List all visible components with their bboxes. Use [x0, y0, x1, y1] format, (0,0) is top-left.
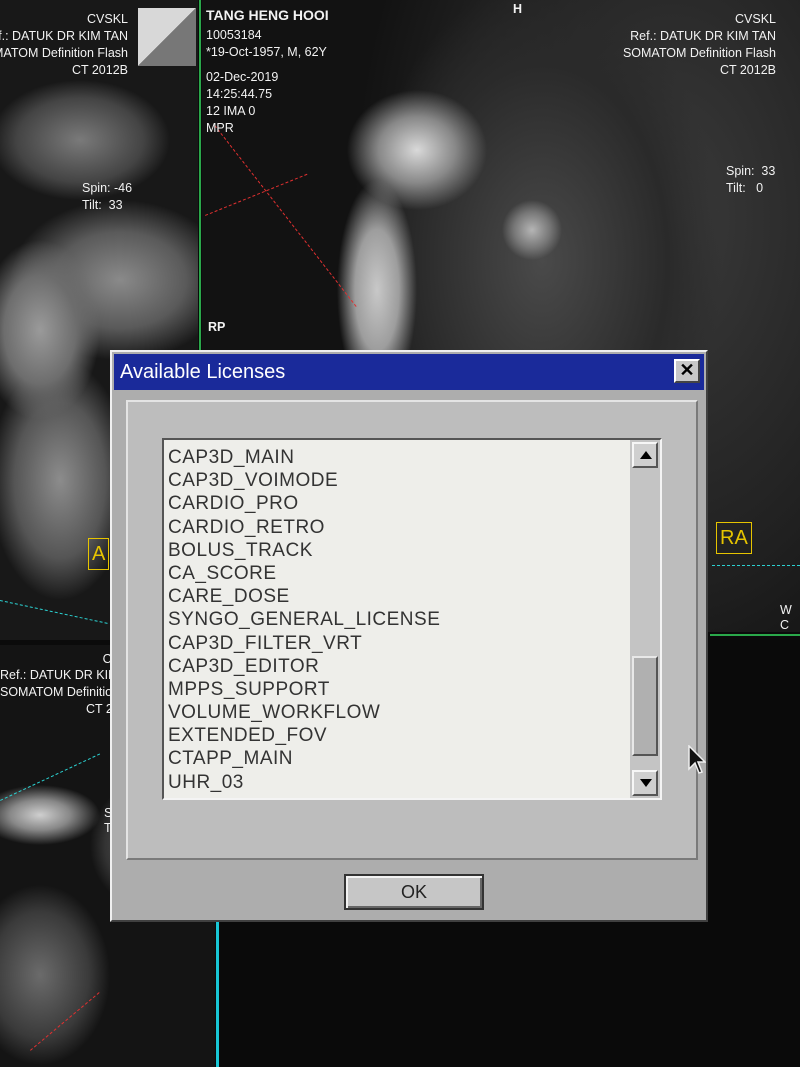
software-version: CT 2012B — [719, 63, 776, 77]
referrer: Ref.: DATUK DR KIM TAN — [630, 29, 776, 43]
license-item[interactable]: MPPS_SUPPORT — [168, 678, 628, 701]
license-item[interactable]: CAP3D_VOIMODE — [168, 469, 628, 492]
tilt-value: Tilt: 33 — [82, 198, 123, 212]
institution: CVSKL — [735, 12, 776, 26]
license-item[interactable]: BOLUS_TRACK — [168, 539, 628, 562]
orientation-marker-left: RP — [208, 320, 226, 334]
scanner-model: SOMATOM Definition Flash — [0, 46, 128, 60]
license-item[interactable]: CARDIO_RETRO — [168, 516, 628, 539]
license-item[interactable]: VOLUME_WORKFLOW — [168, 701, 628, 724]
orientation-marker-top: H — [513, 2, 523, 16]
license-item[interactable]: SYNGO_GENERAL_LICENSE — [168, 608, 628, 631]
study-date: 02-Dec-2019 — [206, 70, 279, 84]
patient-name: TANG HENG HOOI — [206, 7, 329, 23]
software-version: CT 2012B — [71, 63, 128, 77]
close-icon: ✕ — [679, 360, 695, 380]
tilt-value: Tilt: 0 — [726, 181, 764, 195]
edge-letter: W — [780, 603, 792, 617]
reference-line — [712, 565, 800, 566]
license-item[interactable]: CA_SCORE — [168, 562, 628, 585]
license-item[interactable]: CAP3D_MAIN — [168, 446, 628, 469]
orientation-cube-a[interactable]: A — [88, 538, 110, 570]
patient-birth-info: *19-Oct-1957, M, 62Y — [206, 45, 327, 59]
institution: CVSKL — [87, 12, 128, 26]
scroll-up-button[interactable] — [632, 442, 658, 468]
scroll-down-button[interactable] — [632, 770, 658, 796]
mouse-pointer-icon — [688, 745, 706, 774]
study-time: 14:25:44.75 — [206, 87, 273, 101]
licenses-list: CAP3D_MAIN CAP3D_VOIMODE CARDIO_PRO CARD… — [168, 446, 628, 794]
license-item[interactable]: UHR_03 — [168, 771, 628, 794]
dialog-title: Available Licenses — [120, 361, 286, 383]
page-corner-icon[interactable] — [138, 8, 196, 66]
edge-letter: C — [780, 618, 790, 632]
ok-button[interactable]: OK — [344, 874, 484, 910]
close-button[interactable]: ✕ — [674, 359, 700, 383]
license-item[interactable]: CTAPP_MAIN — [168, 747, 628, 770]
licenses-listbox[interactable]: CAP3D_MAIN CAP3D_VOIMODE CARDIO_PRO CARD… — [162, 438, 662, 800]
vertical-scrollbar[interactable] — [630, 440, 660, 798]
dialog-titlebar[interactable]: Available Licenses ✕ — [114, 354, 704, 390]
available-licenses-dialog: Available Licenses ✕ CAP3D_MAIN CAP3D_VO… — [110, 350, 708, 922]
license-item[interactable]: EXTENDED_FOV — [168, 724, 628, 747]
arrow-up-icon — [640, 451, 652, 459]
license-item[interactable]: CARE_DOSE — [168, 585, 628, 608]
view-mode: MPR — [206, 121, 234, 135]
orientation-cube-ra[interactable]: RA — [716, 522, 752, 554]
dialog-content-panel: CAP3D_MAIN CAP3D_VOIMODE CARDIO_PRO CARD… — [126, 400, 698, 860]
image-info: 12 IMA 0 — [206, 104, 256, 118]
license-item[interactable]: CAP3D_FILTER_VRT — [168, 632, 628, 655]
viewport-divider-horizontal — [710, 634, 800, 636]
scrollbar-thumb[interactable] — [632, 656, 658, 756]
arrow-down-icon — [640, 779, 652, 787]
patient-id: 10053184 — [206, 28, 262, 42]
scanner-model: SOMATOM Definition Flash — [622, 46, 776, 60]
referrer: Ref.: DATUK DR KIM TAN — [0, 29, 128, 43]
spin-value: Spin: 33 — [726, 164, 776, 178]
spin-value: Spin: -46 — [82, 181, 133, 195]
license-item[interactable]: CARDIO_PRO — [168, 492, 628, 515]
viewport-divider-cyan-vertical — [216, 920, 219, 1067]
license-item[interactable]: CAP3D_EDITOR — [168, 655, 628, 678]
